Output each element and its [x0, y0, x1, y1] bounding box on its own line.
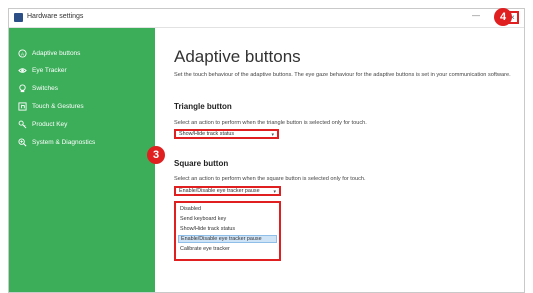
- sidebar-item-product-key[interactable]: Product Key: [18, 118, 67, 130]
- diagnostics-icon: [18, 137, 27, 146]
- square-action-dropdown: Disabled Send keyboard key Show/Hide tra…: [174, 201, 281, 261]
- triangle-instruction: Select an action to perform when the tri…: [174, 120, 367, 126]
- dropdown-option-disabled[interactable]: Disabled: [178, 205, 277, 213]
- square-action-select[interactable]: Enable/Disable eye tracker pause ▾: [174, 186, 281, 196]
- sidebar-item-switches[interactable]: Switches: [18, 82, 58, 94]
- chevron-down-icon: ▾: [271, 132, 274, 138]
- sidebar-item-adaptive-buttons[interactable]: A Adaptive buttons: [18, 47, 80, 59]
- svg-text:A: A: [21, 51, 24, 56]
- eye-icon: [18, 67, 27, 73]
- key-icon: [18, 120, 27, 128]
- page-description: Set the touch behaviour of the adaptive …: [174, 72, 511, 78]
- title-bar: Hardware settings — ×: [9, 9, 524, 28]
- sidebar-item-label: Switches: [32, 84, 59, 92]
- sidebar-item-label: Touch & Gestures: [32, 102, 84, 110]
- sidebar-item-label: System & Diagnostics: [32, 138, 96, 146]
- chevron-down-icon: ▾: [273, 189, 276, 195]
- square-select-value: Enable/Disable eye tracker pause: [179, 188, 260, 194]
- switch-icon: [19, 83, 26, 92]
- triangle-action-select[interactable]: Show/Hide track status ▾: [174, 129, 279, 139]
- sidebar: A Adaptive buttons Eye Tracker Switches …: [9, 28, 155, 292]
- sidebar-item-system-diagnostics[interactable]: System & Diagnostics: [18, 136, 95, 148]
- sidebar-item-eye-tracker[interactable]: Eye Tracker: [18, 64, 67, 76]
- settings-window: Hardware settings — × A Adaptive buttons…: [8, 8, 525, 293]
- app-icon: [14, 13, 23, 22]
- circle-a-icon: A: [18, 48, 27, 58]
- sidebar-item-touch-gestures[interactable]: Touch & Gestures: [18, 100, 84, 112]
- sidebar-item-label: Product Key: [32, 120, 68, 128]
- callout-badge-4: 4: [494, 8, 512, 26]
- callout-badge-3: 3: [147, 146, 165, 164]
- dropdown-option-eye-tracker-pause[interactable]: Enable/Disable eye tracker pause: [178, 235, 277, 243]
- hand-icon: [18, 101, 27, 111]
- square-heading: Square button: [174, 159, 229, 168]
- sidebar-item-label: Adaptive buttons: [32, 49, 81, 57]
- minimize-button[interactable]: —: [472, 11, 480, 20]
- triangle-select-value: Show/Hide track status: [179, 131, 235, 137]
- sidebar-item-label: Eye Tracker: [32, 66, 67, 74]
- dropdown-option-show-hide-track-status[interactable]: Show/Hide track status: [178, 225, 277, 233]
- page-title: Adaptive buttons: [174, 47, 301, 66]
- square-instruction: Select an action to perform when the squ…: [174, 176, 366, 182]
- window-title: Hardware settings: [27, 13, 84, 20]
- triangle-heading: Triangle button: [174, 102, 232, 111]
- main-panel: Adaptive buttons Set the touch behaviour…: [155, 28, 524, 292]
- dropdown-option-calibrate[interactable]: Calibrate eye tracker: [178, 245, 277, 253]
- dropdown-option-send-keyboard-key[interactable]: Send keyboard key: [178, 215, 277, 223]
